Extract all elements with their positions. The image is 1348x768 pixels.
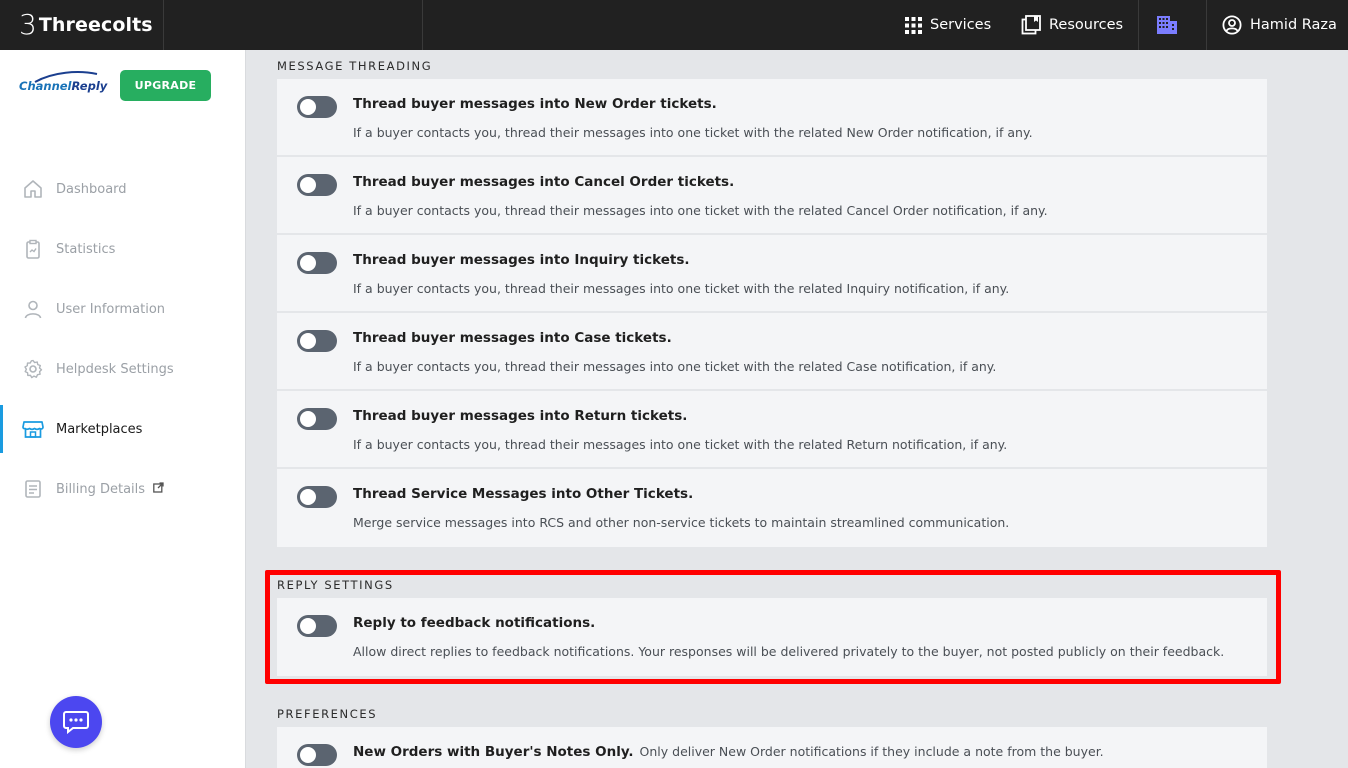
toggle-switch[interactable] [297,408,337,430]
user-circle-icon [1222,15,1242,35]
building-icon [1157,16,1177,34]
setting-description: Merge service messages into RCS and othe… [353,515,1010,530]
setting-description: If a buyer contacts you, thread their me… [353,203,1048,218]
upgrade-button[interactable]: UPGRADE [120,70,211,101]
store-icon [22,418,44,440]
setting-description: If a buyer contacts you, thread their me… [353,359,997,374]
sidebar-item-billing-details[interactable]: Billing Details [0,465,245,513]
setting-card: Thread buyer messages into Cancel Order … [277,157,1267,233]
book-icon [1021,15,1041,35]
receipt-icon [22,478,44,500]
organization-button[interactable] [1156,0,1186,50]
setting-card: Thread Service Messages into Other Ticke… [277,469,1267,547]
setting-title-text: New Orders with Buyer's Notes Only. [353,744,634,760]
setting-title: Thread Service Messages into Other Ticke… [353,486,694,502]
sidebar-item-dashboard[interactable]: Dashboard [0,165,245,213]
setting-card: Thread buyer messages into Inquiry ticke… [277,235,1267,311]
sidebar-item-statistics[interactable]: Statistics [0,225,245,273]
sidebar-item-label: Dashboard [56,181,127,197]
topbar-divider [422,0,423,50]
services-label: Services [930,17,992,33]
user-menu[interactable]: Hamid Raza [1222,0,1337,50]
services-menu[interactable]: Services [905,0,991,50]
toggle-switch[interactable] [297,744,337,766]
chat-support-button[interactable] [50,696,102,748]
section-title-message-threading: MESSAGE THREADING [277,59,433,73]
chat-icon [63,711,89,734]
setting-card: Thread buyer messages into Case tickets.… [277,313,1267,389]
threecolts-brand-name: Threecolts [38,14,153,36]
sidebar-item-label: Helpdesk Settings [56,361,174,377]
setting-card: New Orders with Buyer's Notes Only. Only … [277,727,1267,768]
section-title-preferences: PREFERENCES [277,707,378,721]
external-link-icon [153,481,164,497]
setting-card: Thread buyer messages into New Order tic… [277,79,1267,155]
threecolts-logo[interactable]: 3 Threecolts [0,0,164,50]
setting-description: If a buyer contacts you, thread their me… [353,281,1010,296]
setting-title: Thread buyer messages into Return ticket… [353,408,688,424]
sidebar-item-helpdesk-settings[interactable]: Helpdesk Settings [0,345,245,393]
sidebar-item-user-information[interactable]: User Information [0,285,245,333]
sidebar-item-label: Statistics [56,241,116,257]
setting-card: Thread buyer messages into Return ticket… [277,391,1267,467]
toggle-switch[interactable] [297,96,337,118]
toggle-switch[interactable] [297,252,337,274]
resources-menu[interactable]: Resources [1021,0,1123,50]
resources-label: Resources [1049,17,1124,33]
channelreply-logo[interactable]: ChannelReply [19,70,107,106]
setting-title: Thread buyer messages into New Order tic… [353,96,717,112]
sidebar-item-label: Billing Details [56,481,146,497]
toggle-switch[interactable] [297,486,337,508]
toggle-switch[interactable] [297,330,337,352]
topbar-divider [1206,0,1207,50]
user-name: Hamid Raza [1250,17,1337,33]
setting-title: Thread buyer messages into Case tickets. [353,330,672,346]
threecolts-logo-mark: 3 [19,8,37,41]
sidebar: ChannelReply UPGRADE Dashboard Statistic… [0,50,246,768]
sidebar-item-label: User Information [56,301,166,317]
setting-title: Thread buyer messages into Inquiry ticke… [353,252,690,268]
user-icon [22,298,44,320]
setting-title: Thread buyer messages into Cancel Order … [353,174,735,190]
sidebar-item-marketplaces[interactable]: Marketplaces [0,405,245,453]
topbar-divider [1138,0,1139,50]
home-icon [22,178,44,200]
clipboard-icon [22,238,44,260]
toggle-switch[interactable] [297,174,337,196]
gear-icon [22,358,44,380]
setting-description: If a buyer contacts you, thread their me… [353,437,1008,452]
top-navigation-bar: 3 Threecolts Services Resources Hamid Ra… [0,0,1348,50]
logo-text: ChannelReply [19,79,108,93]
setting-description: Only deliver New Order notifications if … [639,744,1104,759]
sidebar-item-label: Marketplaces [56,421,143,437]
setting-title: New Orders with Buyer's Notes Only. Only … [353,744,1104,760]
setting-description: If a buyer contacts you, thread their me… [353,125,1033,140]
grid-icon [905,16,922,34]
highlight-annotation-box [265,570,1281,684]
